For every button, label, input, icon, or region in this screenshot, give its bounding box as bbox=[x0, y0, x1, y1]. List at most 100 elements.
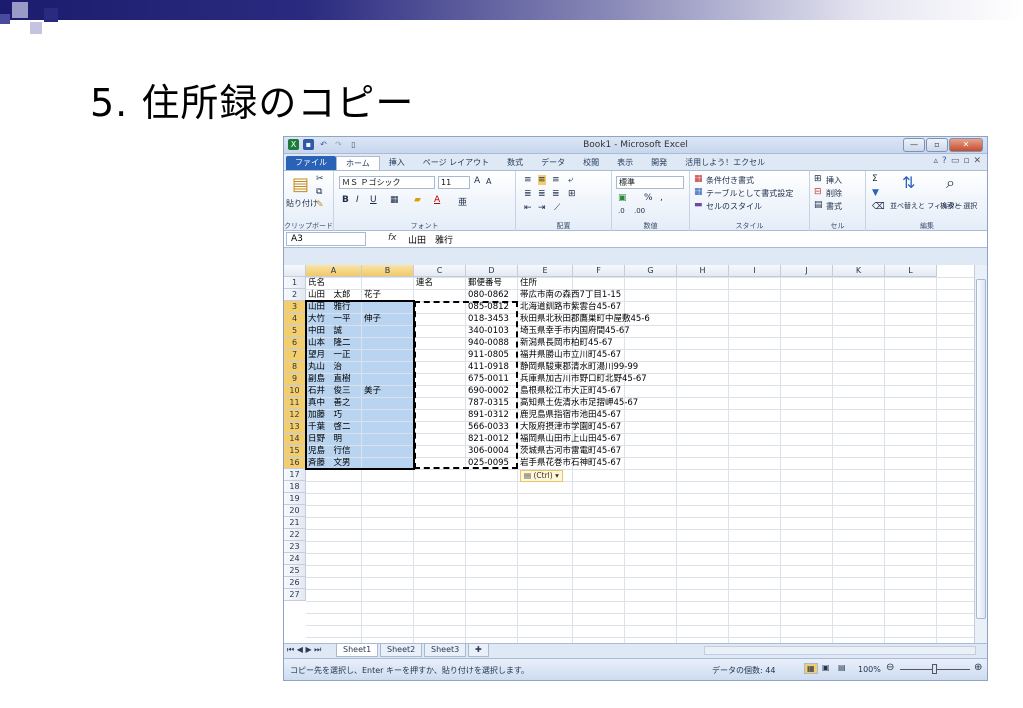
outdent-icon[interactable]: ⇥ bbox=[538, 203, 546, 213]
cell[interactable]: 郵便番号 bbox=[466, 277, 502, 289]
comma-icon[interactable]: , bbox=[660, 193, 663, 203]
fill-icon[interactable]: ▼ bbox=[872, 188, 879, 198]
number-format-select[interactable]: 標準 bbox=[616, 176, 684, 189]
cell[interactable]: 新潟県長岡市柏町45-67 bbox=[518, 337, 613, 349]
minimize-button[interactable]: — bbox=[903, 138, 925, 152]
sheet-nav-arrows[interactable]: ⏮ ◀ ▶ ⏭ bbox=[287, 645, 321, 655]
view-page-layout-icon[interactable]: ▣ bbox=[822, 663, 830, 672]
row-header[interactable]: 10 bbox=[284, 385, 306, 397]
align-right-icon[interactable]: ≣ bbox=[552, 189, 560, 199]
tab-review[interactable]: 校閲 bbox=[574, 156, 608, 170]
find-select-button[interactable]: 検索と 選択 bbox=[940, 201, 977, 211]
font-name-select[interactable]: ＭＳ Ｐゴシック bbox=[339, 176, 435, 189]
row-header[interactable]: 26 bbox=[284, 577, 306, 589]
sort-filter-icon[interactable]: ⇅ bbox=[902, 173, 915, 192]
fill-color-icon[interactable]: ▰ bbox=[414, 195, 421, 205]
row-header[interactable]: 4 bbox=[284, 313, 306, 325]
cell[interactable]: 鹿児島県指宿市池田45-67 bbox=[518, 409, 621, 421]
cell[interactable]: 住所 bbox=[518, 277, 537, 289]
tab-custom[interactable]: 活用しよう！エクセル bbox=[676, 156, 774, 170]
close-button[interactable]: ✕ bbox=[949, 138, 983, 152]
orientation-icon[interactable]: ⟋ bbox=[554, 203, 560, 213]
column-header[interactable]: J bbox=[781, 265, 833, 277]
bold-icon[interactable]: B bbox=[342, 195, 349, 205]
name-box[interactable]: A3 bbox=[286, 232, 366, 246]
cell[interactable]: 兵庫県加古川市野口町北野45-67 bbox=[518, 373, 647, 385]
column-header[interactable]: H bbox=[677, 265, 729, 277]
grow-font-icon[interactable]: A bbox=[474, 176, 480, 186]
row-header[interactable]: 6 bbox=[284, 337, 306, 349]
zoom-slider-thumb[interactable] bbox=[932, 664, 937, 674]
format-as-table-button[interactable]: テーブルとして書式設定 bbox=[706, 188, 793, 199]
row-header[interactable]: 11 bbox=[284, 397, 306, 409]
italic-icon[interactable]: I bbox=[356, 195, 359, 205]
sheet-tab[interactable]: Sheet2 bbox=[380, 644, 423, 657]
cell[interactable]: 岩手県花巻市石神町45-67 bbox=[518, 457, 621, 469]
row-header[interactable]: 27 bbox=[284, 589, 306, 601]
zoom-level[interactable]: 100% bbox=[858, 665, 881, 674]
cell[interactable]: 高知県土佐清水市足摺岬45-67 bbox=[518, 397, 638, 409]
column-header[interactable]: D bbox=[466, 265, 518, 277]
column-header[interactable]: A bbox=[306, 265, 362, 277]
column-header[interactable]: F bbox=[573, 265, 625, 277]
view-normal-icon[interactable]: ▦ bbox=[804, 663, 818, 674]
autosum-icon[interactable]: Σ bbox=[872, 174, 878, 184]
cell[interactable]: 080-0862 bbox=[466, 289, 509, 301]
row-header[interactable]: 5 bbox=[284, 325, 306, 337]
align-middle-icon[interactable]: ≡ bbox=[538, 175, 546, 185]
row-header[interactable]: 15 bbox=[284, 445, 306, 457]
restore-button[interactable]: ▫ bbox=[926, 138, 948, 152]
row-header[interactable]: 12 bbox=[284, 409, 306, 421]
row-header[interactable]: 21 bbox=[284, 517, 306, 529]
row-header[interactable]: 3 bbox=[284, 301, 306, 313]
row-header[interactable]: 17 bbox=[284, 469, 306, 481]
cell-styles-button[interactable]: セルのスタイル bbox=[706, 201, 762, 212]
paste-button[interactable]: 貼り付け bbox=[286, 198, 318, 209]
delete-button[interactable]: 削除 bbox=[826, 188, 842, 199]
border-icon[interactable]: ▦ bbox=[390, 195, 399, 205]
formula-input[interactable]: 山田 雅行 bbox=[408, 233, 453, 246]
vertical-scrollbar[interactable] bbox=[974, 265, 987, 643]
window-min-icon[interactable]: ▭ bbox=[951, 156, 960, 166]
column-header[interactable]: L bbox=[885, 265, 937, 277]
select-all-corner[interactable] bbox=[284, 265, 306, 277]
sheet-tab[interactable]: Sheet1 bbox=[336, 644, 379, 657]
find-select-icon[interactable]: ⌕ bbox=[946, 173, 955, 193]
cell[interactable]: 福岡県山田市上山田45-67 bbox=[518, 433, 621, 445]
new-sheet-icon[interactable]: ✚ bbox=[468, 644, 489, 657]
scroll-thumb[interactable] bbox=[976, 279, 986, 619]
copy-icon[interactable]: ⧉ bbox=[316, 187, 322, 197]
zoom-in-icon[interactable]: ⊕ bbox=[974, 662, 982, 673]
worksheet-grid[interactable]: A B C D E F G H I J K L 1 2 3 4 5 6 7 8 9 10 11 12 13 14 15 16 17 18 1… bbox=[284, 265, 976, 643]
conditional-format-button[interactable]: 条件付き書式 bbox=[706, 175, 754, 186]
row-header[interactable]: 25 bbox=[284, 565, 306, 577]
percent-icon[interactable]: % bbox=[644, 193, 653, 203]
row-header[interactable]: 2 bbox=[284, 289, 306, 301]
tab-page-layout[interactable]: ページ レイアウト bbox=[414, 156, 498, 170]
cell[interactable]: 静岡県駿東郡清水町湯川99-99 bbox=[518, 361, 638, 373]
window-restore-icon[interactable]: ▫ bbox=[963, 156, 969, 166]
indent-icon[interactable]: ⇤ bbox=[524, 203, 532, 213]
cell[interactable]: 茨城県古河市雷電町45-67 bbox=[518, 445, 621, 457]
row-header[interactable]: 24 bbox=[284, 553, 306, 565]
merge-icon[interactable]: ⊞ bbox=[568, 189, 576, 199]
cell[interactable]: 北海道釧路市紫雲台45-67 bbox=[518, 301, 621, 313]
row-header[interactable]: 23 bbox=[284, 541, 306, 553]
fx-icon[interactable]: fx bbox=[388, 233, 397, 243]
align-center-icon[interactable]: ≣ bbox=[538, 189, 546, 199]
row-header[interactable]: 20 bbox=[284, 505, 306, 517]
cut-icon[interactable]: ✂ bbox=[316, 174, 324, 184]
column-header[interactable]: C bbox=[414, 265, 466, 277]
row-header[interactable]: 18 bbox=[284, 481, 306, 493]
row-header[interactable]: 16 bbox=[284, 457, 306, 469]
tab-home[interactable]: ホーム bbox=[336, 156, 380, 170]
column-header[interactable]: G bbox=[625, 265, 677, 277]
phonetic-icon[interactable]: 亜 bbox=[458, 195, 467, 208]
row-header[interactable]: 1 bbox=[284, 277, 306, 289]
window-close-icon[interactable]: ✕ bbox=[973, 156, 981, 166]
decrease-decimal-icon[interactable]: .00 bbox=[634, 207, 645, 215]
tab-view[interactable]: 表示 bbox=[608, 156, 642, 170]
row-header[interactable]: 19 bbox=[284, 493, 306, 505]
insert-button[interactable]: 挿入 bbox=[826, 175, 842, 186]
tab-insert[interactable]: 挿入 bbox=[380, 156, 414, 170]
